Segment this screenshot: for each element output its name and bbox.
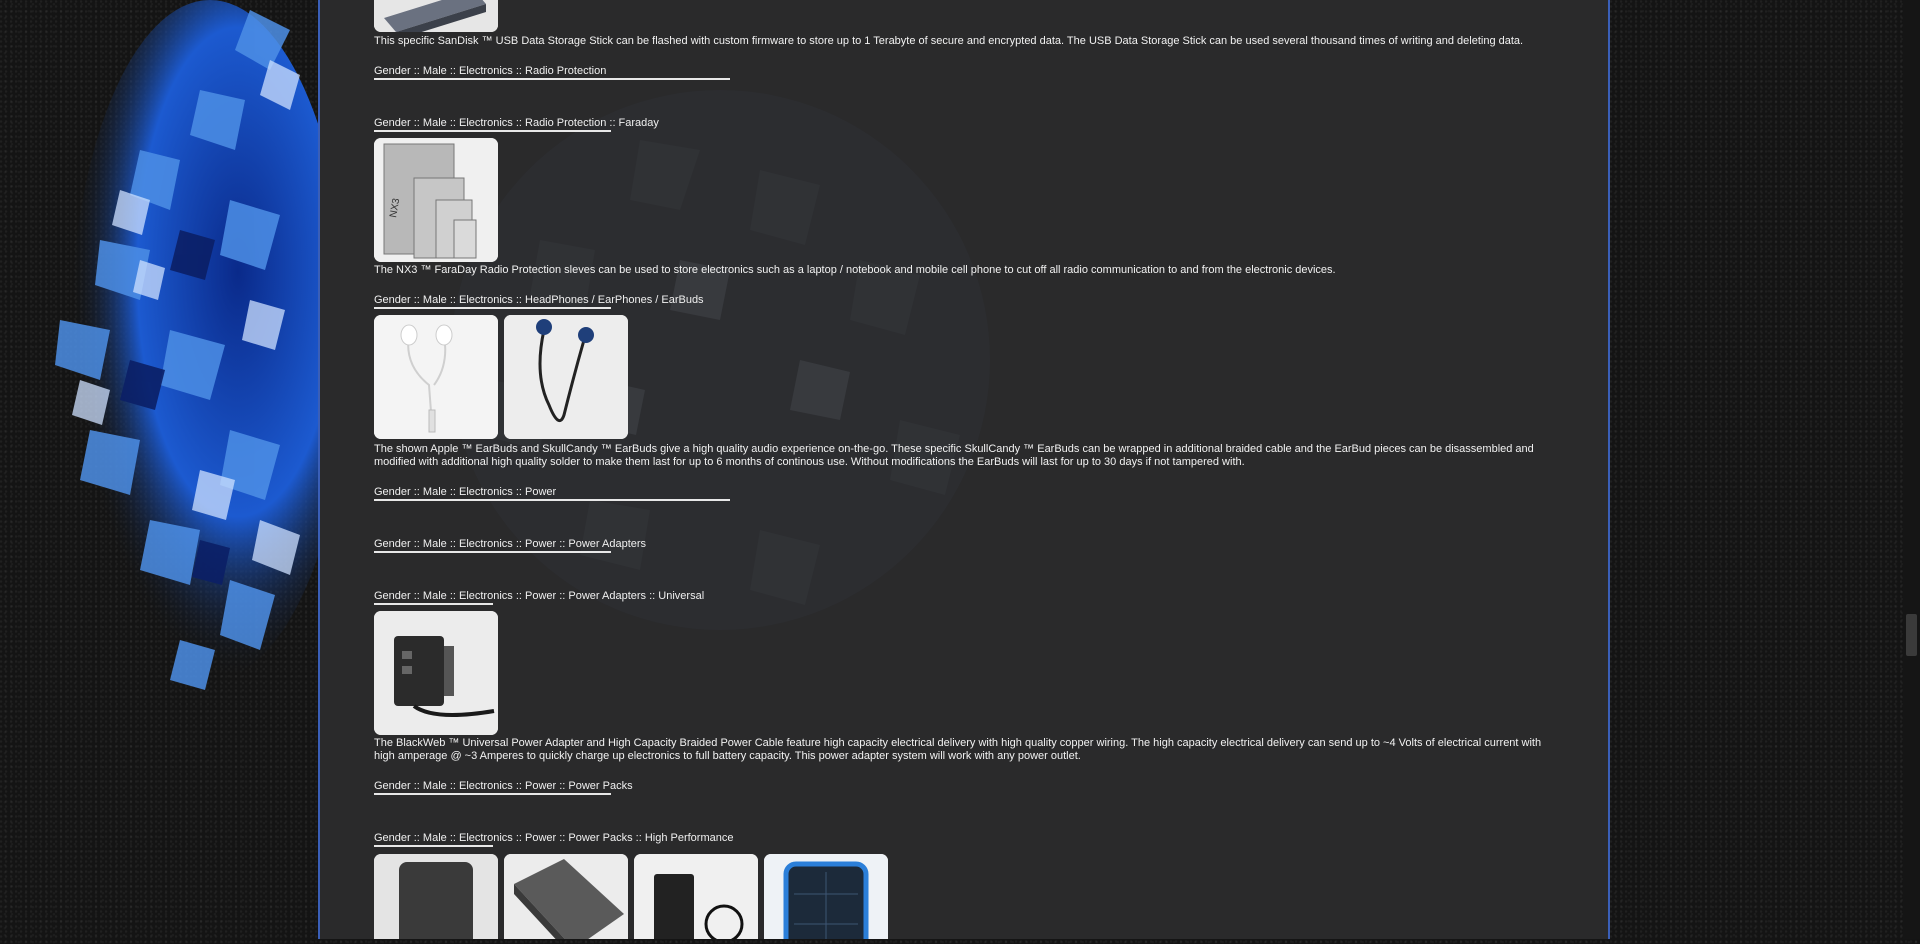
apple-earbuds-image[interactable]	[374, 315, 498, 439]
section-divider	[374, 603, 493, 605]
section-divider	[374, 845, 493, 847]
power-adapter-image[interactable]	[374, 611, 498, 735]
section-divider	[374, 551, 611, 553]
section-divider	[374, 307, 611, 309]
earbuds-description-line-2: modified with additional high quality so…	[374, 456, 1245, 468]
section-divider	[374, 499, 730, 501]
faraday-description: The NX3 ™ FaraDay Radio Protection sleve…	[374, 264, 1336, 276]
section-divider	[374, 130, 611, 132]
power-adapter-description-line-2: high amperage @ ~3 Amperes to quickly ch…	[374, 750, 1081, 762]
usb-description: This specific SanDisk ™ USB Data Storage…	[374, 35, 1524, 47]
solar-power-pack-image[interactable]	[764, 854, 888, 939]
section-divider	[374, 793, 611, 795]
section-divider	[374, 78, 730, 80]
earbuds-description-line-1: The shown Apple ™ EarBuds and SkullCandy…	[374, 443, 1534, 455]
scrollbar-thumb[interactable]	[1906, 614, 1917, 656]
power-pack-cable-image[interactable]	[634, 854, 758, 939]
usb-stick-image[interactable]	[374, 0, 498, 32]
faraday-bag-image[interactable]: NX3	[374, 138, 498, 262]
page-scrollbar[interactable]	[1903, 0, 1920, 939]
skullcandy-earbuds-image[interactable]	[504, 315, 628, 439]
power-pack-image[interactable]	[374, 854, 498, 939]
power-adapter-description-line-1: The BlackWeb ™ Universal Power Adapter a…	[374, 737, 1542, 749]
main-content-panel: This specific SanDisk ™ USB Data Storage…	[318, 0, 1610, 939]
decorative-background-art	[0, 0, 350, 939]
power-pack-image[interactable]	[504, 854, 628, 939]
